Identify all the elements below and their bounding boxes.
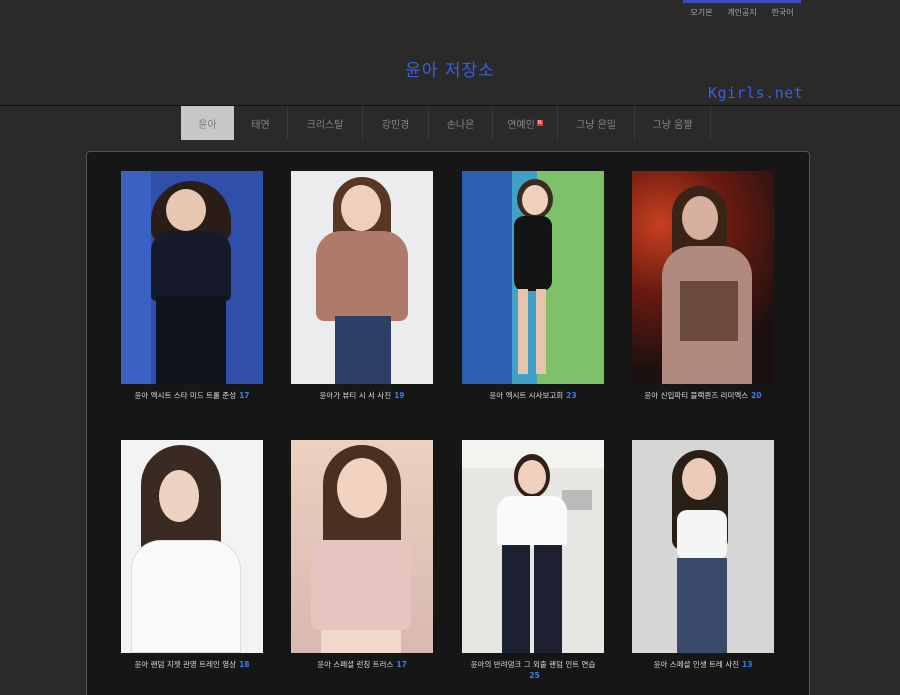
tab-hidden[interactable]: 그냥 은밀	[558, 106, 635, 140]
gallery-card[interactable]: 윤아 랜덤 지젯 관영 트레인 영상 18	[121, 440, 263, 670]
thumbnail-image[interactable]	[121, 171, 263, 384]
top-link-home[interactable]: 모기본	[690, 7, 712, 18]
thumbnail-image[interactable]	[632, 171, 774, 384]
comment-count: 17	[239, 391, 250, 400]
card-caption[interactable]: 윤아 엑시트 스타 미드 트롤 준성 17	[121, 390, 263, 401]
comment-count: 17	[396, 660, 407, 669]
tab-yoona[interactable]: 윤아	[181, 106, 234, 140]
card-caption[interactable]: 윤아 스페셜 런칭 트러스 17	[291, 659, 433, 670]
top-link-language[interactable]: 한국어	[772, 7, 794, 18]
tab-gif[interactable]: 그냥 움짤	[635, 106, 711, 140]
gallery-card[interactable]: 윤아 스페셜 인생 트레 사진 13	[632, 440, 774, 670]
gallery-card[interactable]: 윤아 스페셜 런칭 트러스 17	[291, 440, 433, 670]
tab-celebrity[interactable]: 연예인 N	[493, 106, 558, 140]
comment-count: 25	[529, 671, 540, 680]
gallery-card[interactable]: 윤아의 반려댕크 그 외출 랜덤 인트 연습 25	[462, 440, 604, 681]
gallery-card[interactable]: 윤아가 뷰티 시 서 사진 19	[291, 171, 433, 401]
comment-count: 20	[751, 391, 762, 400]
site-brand[interactable]: Kgirls.net	[708, 84, 803, 102]
tab-son-naeun[interactable]: 손나은	[429, 106, 493, 140]
card-caption[interactable]: 윤아의 반려댕크 그 외출 랜덤 인트 연습 25	[462, 659, 604, 681]
thumbnail-image[interactable]	[462, 440, 604, 653]
tab-taeyeon[interactable]: 태연	[234, 106, 288, 140]
top-link-notice[interactable]: 개인공지	[727, 7, 756, 18]
category-nav: 윤아 태연 크리스탈 강민경 손나은 연예인 N 그냥 은밀 그냥 움짤	[181, 106, 711, 140]
card-caption[interactable]: 윤아 엑시트 시사보고회 23	[462, 390, 604, 401]
gallery-card[interactable]: 윤아 엑시트 시사보고회 23	[462, 171, 604, 401]
thumbnail-image[interactable]	[121, 440, 263, 653]
top-links: 모기본 개인공지 한국어	[683, 0, 801, 22]
card-caption[interactable]: 윤아가 뷰티 시 서 사진 19	[291, 390, 433, 401]
new-badge: N	[536, 120, 543, 126]
tab-krystal[interactable]: 크리스탈	[288, 106, 363, 140]
comment-count: 23	[566, 391, 577, 400]
gallery-card[interactable]: 윤아 엑시트 스타 미드 트롤 준성 17	[121, 171, 263, 401]
tab-kang-minkyung[interactable]: 강민경	[363, 106, 429, 140]
comment-count: 13	[742, 660, 753, 669]
card-caption[interactable]: 윤아 스페셜 인생 트레 사진 13	[632, 659, 774, 670]
card-caption[interactable]: 윤아 신입파티 블랙퀸즈 리미엑스 20	[632, 390, 774, 401]
comment-count: 18	[239, 660, 250, 669]
card-caption[interactable]: 윤아 랜덤 지젯 관영 트레인 영상 18	[121, 659, 263, 670]
comment-count: 19	[394, 391, 405, 400]
thumbnail-image[interactable]	[632, 440, 774, 653]
thumbnail-image[interactable]	[291, 171, 433, 384]
thumbnail-image[interactable]	[291, 440, 433, 653]
thumbnail-image[interactable]	[462, 171, 604, 384]
site-title[interactable]: 윤아 저장소	[0, 56, 900, 81]
gallery-card[interactable]: 윤아 신입파티 블랙퀸즈 리미엑스 20	[632, 171, 774, 401]
